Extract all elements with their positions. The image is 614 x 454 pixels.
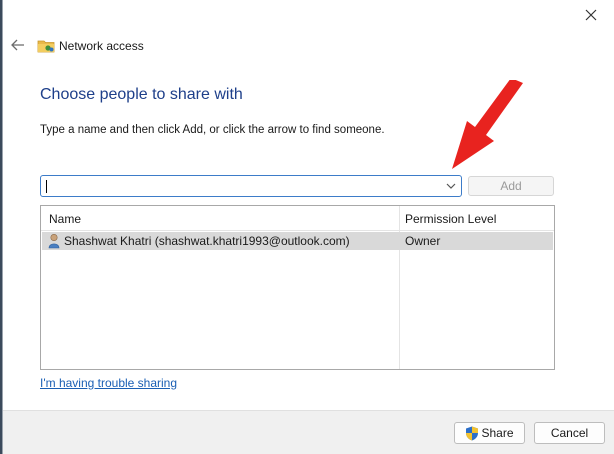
network-folder-icon <box>37 40 55 53</box>
close-icon <box>585 9 597 21</box>
dialog-footer: Share Cancel <box>3 410 614 454</box>
window-title-bar: Network access <box>37 37 144 55</box>
row-permission-level[interactable]: Owner <box>405 234 440 248</box>
column-header-name[interactable]: Name <box>49 212 81 226</box>
window-title: Network access <box>59 39 144 53</box>
table-row[interactable]: Shashwat Khatri (shashwat.khatri1993@out… <box>42 232 553 250</box>
name-combobox[interactable] <box>40 175 462 197</box>
user-icon <box>48 233 60 249</box>
trouble-sharing-link[interactable]: I'm having trouble sharing <box>40 376 177 390</box>
network-access-window: Network access Choose people to share wi… <box>2 0 614 454</box>
close-button[interactable] <box>568 0 614 30</box>
row-user-name: Shashwat Khatri (shashwat.khatri1993@out… <box>64 234 350 248</box>
page-heading: Choose people to share with <box>40 86 243 103</box>
column-header-permission[interactable]: Permission Level <box>405 212 496 226</box>
chevron-down-icon <box>446 183 456 189</box>
sharing-table: Name Permission Level Shashwat Khatri (s… <box>40 205 555 370</box>
cancel-button[interactable]: Cancel <box>534 422 605 444</box>
share-button[interactable]: Share <box>454 422 525 444</box>
back-button[interactable] <box>7 34 29 56</box>
instruction-text: Type a name and then click Add, or click… <box>40 124 385 136</box>
add-button[interactable]: Add <box>468 176 554 196</box>
annotation-arrow <box>452 80 523 169</box>
table-header: Name Permission Level <box>41 206 554 231</box>
back-arrow-icon <box>11 39 24 51</box>
share-button-label: Share <box>481 426 514 440</box>
dropdown-button[interactable] <box>441 176 461 196</box>
uac-shield-icon <box>466 426 479 440</box>
text-cursor <box>46 180 47 193</box>
name-input[interactable] <box>44 177 444 195</box>
